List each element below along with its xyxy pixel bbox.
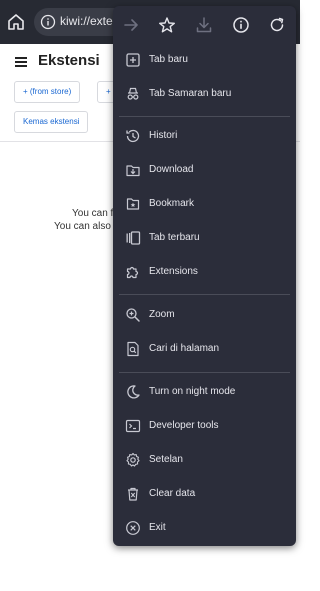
add-from-store-button[interactable]: + (from store)	[14, 81, 81, 103]
menu-item-clear-data[interactable]: Clear data	[113, 478, 296, 512]
find-in-page-icon	[125, 341, 141, 357]
menu-item-label: Cari di halaman	[149, 343, 220, 354]
menu-item-new-incognito-tab[interactable]: Tab Samaran baru	[113, 78, 296, 112]
download-page-icon[interactable]	[195, 16, 213, 34]
menu-item-label: Extensions	[149, 266, 198, 277]
menu-item-label: Zoom	[149, 309, 175, 320]
menu-item-exit[interactable]: Exit	[113, 512, 296, 546]
recent-tabs-icon	[125, 230, 141, 246]
menu-item-label: Tab Samaran baru	[149, 88, 232, 99]
menu-item-settings[interactable]: Setelan	[113, 444, 296, 478]
menu-item-downloads[interactable]: Download	[113, 154, 296, 188]
menu-action-bar	[113, 6, 296, 44]
download-icon	[125, 162, 141, 178]
menu-item-bookmarks[interactable]: Bookmark	[113, 188, 296, 222]
menu-item-history[interactable]: Histori	[113, 120, 296, 154]
hamburger-menu-icon[interactable]	[15, 57, 27, 67]
menu-item-label: Tab terbaru	[149, 232, 200, 243]
bookmark-icon	[125, 196, 141, 212]
overflow-menu: Tab baru Tab Samaran baru Histori Downlo…	[113, 6, 296, 546]
menu-item-label: Developer tools	[149, 420, 219, 431]
menu-item-label: Turn on night mode	[149, 386, 236, 397]
menu-item-developer-tools[interactable]: Developer tools	[113, 410, 296, 444]
menu-item-extensions[interactable]: Extensions	[113, 256, 296, 290]
close-circle-icon	[125, 520, 141, 536]
zoom-icon	[125, 307, 141, 323]
menu-item-label: Setelan	[149, 454, 183, 465]
history-icon	[125, 128, 141, 144]
menu-item-find-in-page[interactable]: Cari di halaman	[113, 333, 296, 367]
new-tab-icon	[125, 52, 141, 68]
terminal-icon	[125, 418, 141, 434]
trash-icon	[125, 486, 141, 502]
info-icon[interactable]	[40, 14, 56, 30]
menu-item-label: Histori	[149, 130, 178, 141]
menu-item-recent-tabs[interactable]: Tab terbaru	[113, 222, 296, 256]
menu-item-label: Exit	[149, 522, 166, 533]
incognito-icon	[125, 86, 141, 102]
page-title: Ekstensi	[38, 52, 100, 69]
reload-icon[interactable]	[268, 16, 286, 34]
pack-extension-button[interactable]: Kemas ekstensi	[14, 111, 89, 133]
menu-item-label: Download	[149, 164, 194, 175]
menu-item-zoom[interactable]: Zoom	[113, 299, 296, 333]
menu-item-label: Bookmark	[149, 198, 195, 209]
page-info-icon[interactable]	[232, 16, 250, 34]
star-icon[interactable]	[158, 16, 176, 34]
menu-divider	[119, 294, 290, 295]
forward-icon[interactable]	[122, 16, 140, 34]
home-icon[interactable]	[6, 12, 26, 32]
menu-divider	[119, 116, 290, 117]
menu-item-label: Clear data	[149, 488, 196, 499]
menu-divider	[119, 372, 290, 373]
puzzle-icon	[125, 264, 141, 280]
menu-item-label: Tab baru	[149, 54, 188, 65]
moon-icon	[125, 384, 141, 400]
menu-item-night-mode[interactable]: Turn on night mode	[113, 376, 296, 410]
gear-icon	[125, 452, 141, 468]
menu-item-new-tab[interactable]: Tab baru	[113, 44, 296, 78]
